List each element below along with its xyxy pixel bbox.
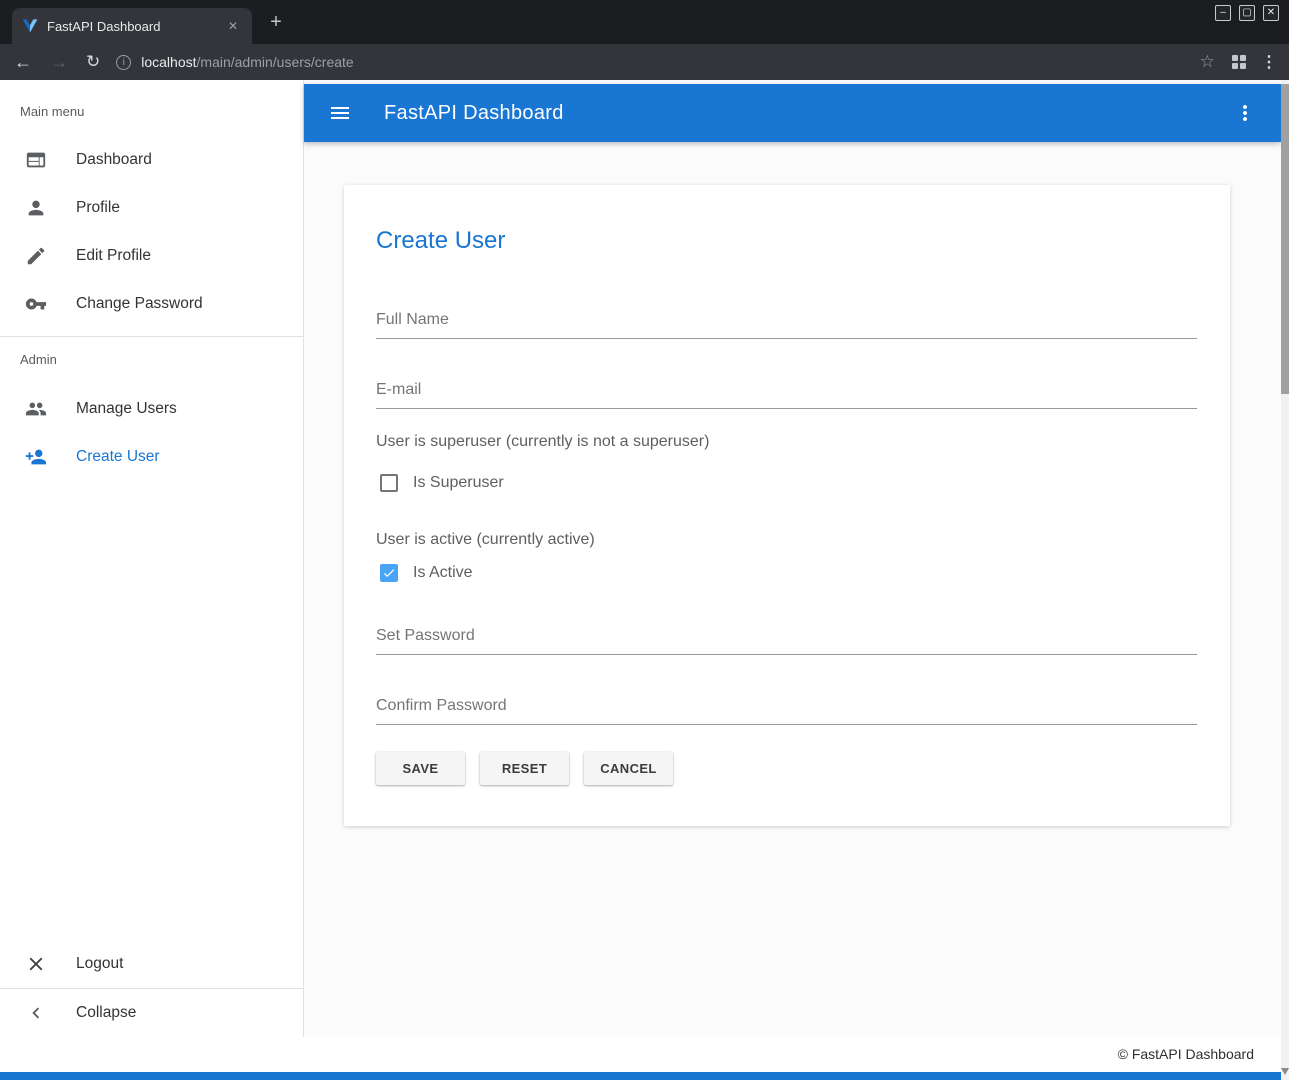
tab-title: FastAPI Dashboard — [47, 19, 224, 34]
key-icon — [24, 292, 48, 316]
minimize-button[interactable]: – — [1215, 5, 1231, 21]
active-hint: User is active (currently active) — [376, 531, 1197, 549]
sidebar-bottom: Logout Collapse — [0, 940, 303, 1037]
person-icon — [24, 196, 48, 220]
reset-button[interactable]: RESET — [480, 752, 569, 785]
sidebar-item-manage-users[interactable]: Manage Users — [0, 385, 303, 433]
form-buttons: SAVE RESET CANCEL — [376, 752, 1197, 785]
is-active-label: Is Active — [413, 564, 473, 582]
url-host: localhost — [141, 54, 196, 70]
close-button[interactable]: ✕ — [1263, 5, 1279, 21]
confirm-password-field[interactable] — [376, 697, 1197, 725]
sidebar-section-main-menu: Main menu — [0, 80, 303, 136]
sidebar-item-label: Dashboard — [76, 151, 152, 169]
app-bar-menu-icon[interactable] — [1233, 101, 1257, 125]
sidebar-item-logout[interactable]: Logout — [0, 940, 303, 988]
full-name-field[interactable] — [376, 311, 1197, 339]
tab-close-icon[interactable]: ✕ — [224, 17, 242, 35]
reload-icon[interactable]: ↻ — [86, 52, 100, 72]
address-bar[interactable]: localhost/main/admin/users/create — [141, 54, 353, 70]
sidebar-item-label: Manage Users — [76, 400, 177, 418]
url-path: /main/admin/users/create — [197, 54, 354, 70]
sidebar: Main menu Dashboard Profile Edit Profile… — [0, 80, 304, 1037]
people-icon — [24, 397, 48, 421]
page-title: Create User — [376, 227, 1197, 255]
site-info-icon[interactable]: i — [116, 55, 131, 70]
sidebar-item-label: Profile — [76, 199, 120, 217]
sidebar-item-label: Logout — [76, 955, 123, 973]
is-active-checkbox[interactable] — [380, 564, 398, 582]
browser-menu-icon[interactable]: ⋮ — [1261, 52, 1277, 72]
scrollbar-thumb[interactable] — [1281, 84, 1289, 394]
is-superuser-label: Is Superuser — [413, 474, 504, 492]
is-superuser-checkbox[interactable] — [380, 474, 398, 492]
sidebar-item-profile[interactable]: Profile — [0, 184, 303, 232]
main-content: FastAPI Dashboard Create User User is su… — [304, 80, 1281, 1037]
footer-accent-bar — [0, 1072, 1281, 1080]
vuetify-favicon-icon — [22, 18, 38, 34]
sidebar-item-collapse[interactable]: Collapse — [0, 989, 303, 1037]
app-bar: FastAPI Dashboard — [304, 84, 1281, 142]
email-field[interactable] — [376, 381, 1197, 409]
set-password-field[interactable] — [376, 627, 1197, 655]
page-scrollbar[interactable] — [1281, 80, 1289, 1080]
person-add-icon — [24, 445, 48, 469]
create-user-card: Create User User is superuser (currently… — [344, 185, 1230, 826]
browser-tab[interactable]: FastAPI Dashboard ✕ — [12, 8, 252, 44]
footer-copyright: © FastAPI Dashboard — [0, 1037, 1281, 1072]
sidebar-item-label: Change Password — [76, 295, 203, 313]
sidebar-section-admin: Admin — [0, 337, 303, 385]
hamburger-menu-icon[interactable] — [328, 101, 352, 125]
sidebar-item-label: Edit Profile — [76, 247, 151, 265]
edit-icon — [24, 244, 48, 268]
sidebar-item-label: Create User — [76, 448, 160, 466]
sidebar-item-edit-profile[interactable]: Edit Profile — [0, 232, 303, 280]
browser-toolbar: ← → ↻ i localhost/main/admin/users/creat… — [0, 44, 1289, 80]
window-controls: – ▢ ✕ — [1215, 5, 1279, 21]
sidebar-item-dashboard[interactable]: Dashboard — [0, 136, 303, 184]
superuser-hint: User is superuser (currently is not a su… — [376, 433, 1197, 451]
chevron-left-icon — [24, 1001, 48, 1025]
cancel-button[interactable]: CANCEL — [584, 752, 673, 785]
save-button[interactable]: SAVE — [376, 752, 465, 785]
close-icon — [24, 952, 48, 976]
maximize-button[interactable]: ▢ — [1239, 5, 1255, 21]
browser-titlebar: FastAPI Dashboard ✕ + – ▢ ✕ — [0, 0, 1289, 44]
new-tab-button[interactable]: + — [264, 10, 288, 34]
extensions-icon[interactable] — [1231, 54, 1247, 70]
sidebar-item-label: Collapse — [76, 1004, 136, 1022]
dashboard-icon — [24, 148, 48, 172]
scrollbar-down-arrow-icon[interactable] — [1281, 1068, 1289, 1075]
app-bar-title: FastAPI Dashboard — [384, 102, 564, 125]
forward-icon[interactable]: → — [50, 52, 68, 73]
back-icon[interactable]: ← — [14, 52, 32, 73]
bookmark-star-icon[interactable]: ☆ — [1200, 52, 1215, 72]
sidebar-item-change-password[interactable]: Change Password — [0, 280, 303, 328]
sidebar-item-create-user[interactable]: Create User — [0, 433, 303, 481]
